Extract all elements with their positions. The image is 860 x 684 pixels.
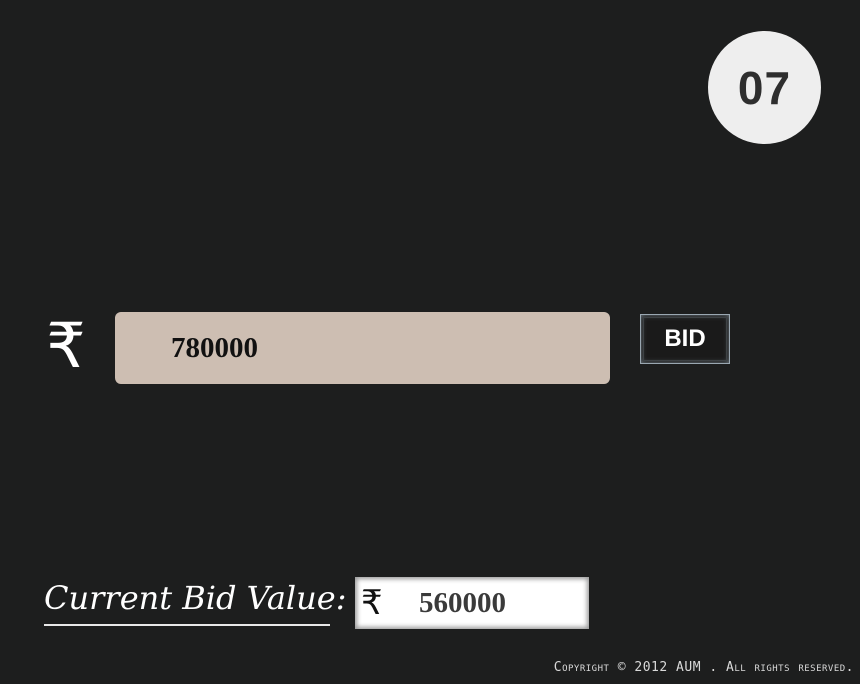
bid-button[interactable]: BID bbox=[640, 314, 730, 364]
current-bid-display: ₹ 560000 bbox=[355, 577, 589, 629]
bid-amount-input[interactable] bbox=[115, 312, 610, 384]
countdown-timer: 07 bbox=[708, 31, 821, 144]
current-bid-label: Current Bid Value: bbox=[44, 574, 346, 626]
rupee-icon: ₹ bbox=[46, 309, 86, 382]
copyright-notice: Copyright © 2012 AUM . All rights reserv… bbox=[553, 660, 854, 675]
countdown-value: 07 bbox=[737, 61, 792, 114]
current-bid-value: 560000 bbox=[419, 586, 506, 619]
rupee-icon: ₹ bbox=[361, 583, 383, 623]
